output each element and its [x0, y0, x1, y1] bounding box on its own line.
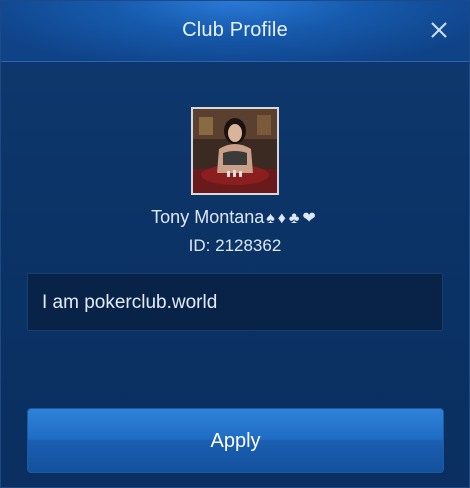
apply-button[interactable]: Apply [27, 408, 444, 473]
apply-button-label: Apply [210, 430, 261, 452]
player-id: ID: 2128362 [188, 236, 282, 255]
player-name: Tony Montana ♠♦♣❤ [1, 207, 469, 228]
close-icon[interactable] [429, 20, 449, 40]
player-name-text: Tony Montana [151, 207, 265, 227]
suit-icons: ♠♦♣❤ [266, 210, 319, 227]
club-profile-dialog: Club Profile Tony Montana ♠♦♣❤ ID: 21283… [0, 0, 470, 488]
avatar[interactable] [191, 107, 279, 195]
dialog-title: Club Profile [182, 19, 288, 41]
dialog-header: Club Profile [1, 1, 469, 62]
bio-field[interactable]: I am pokerclub.world [27, 273, 443, 331]
bio-text: I am pokerclub.world [42, 292, 218, 313]
